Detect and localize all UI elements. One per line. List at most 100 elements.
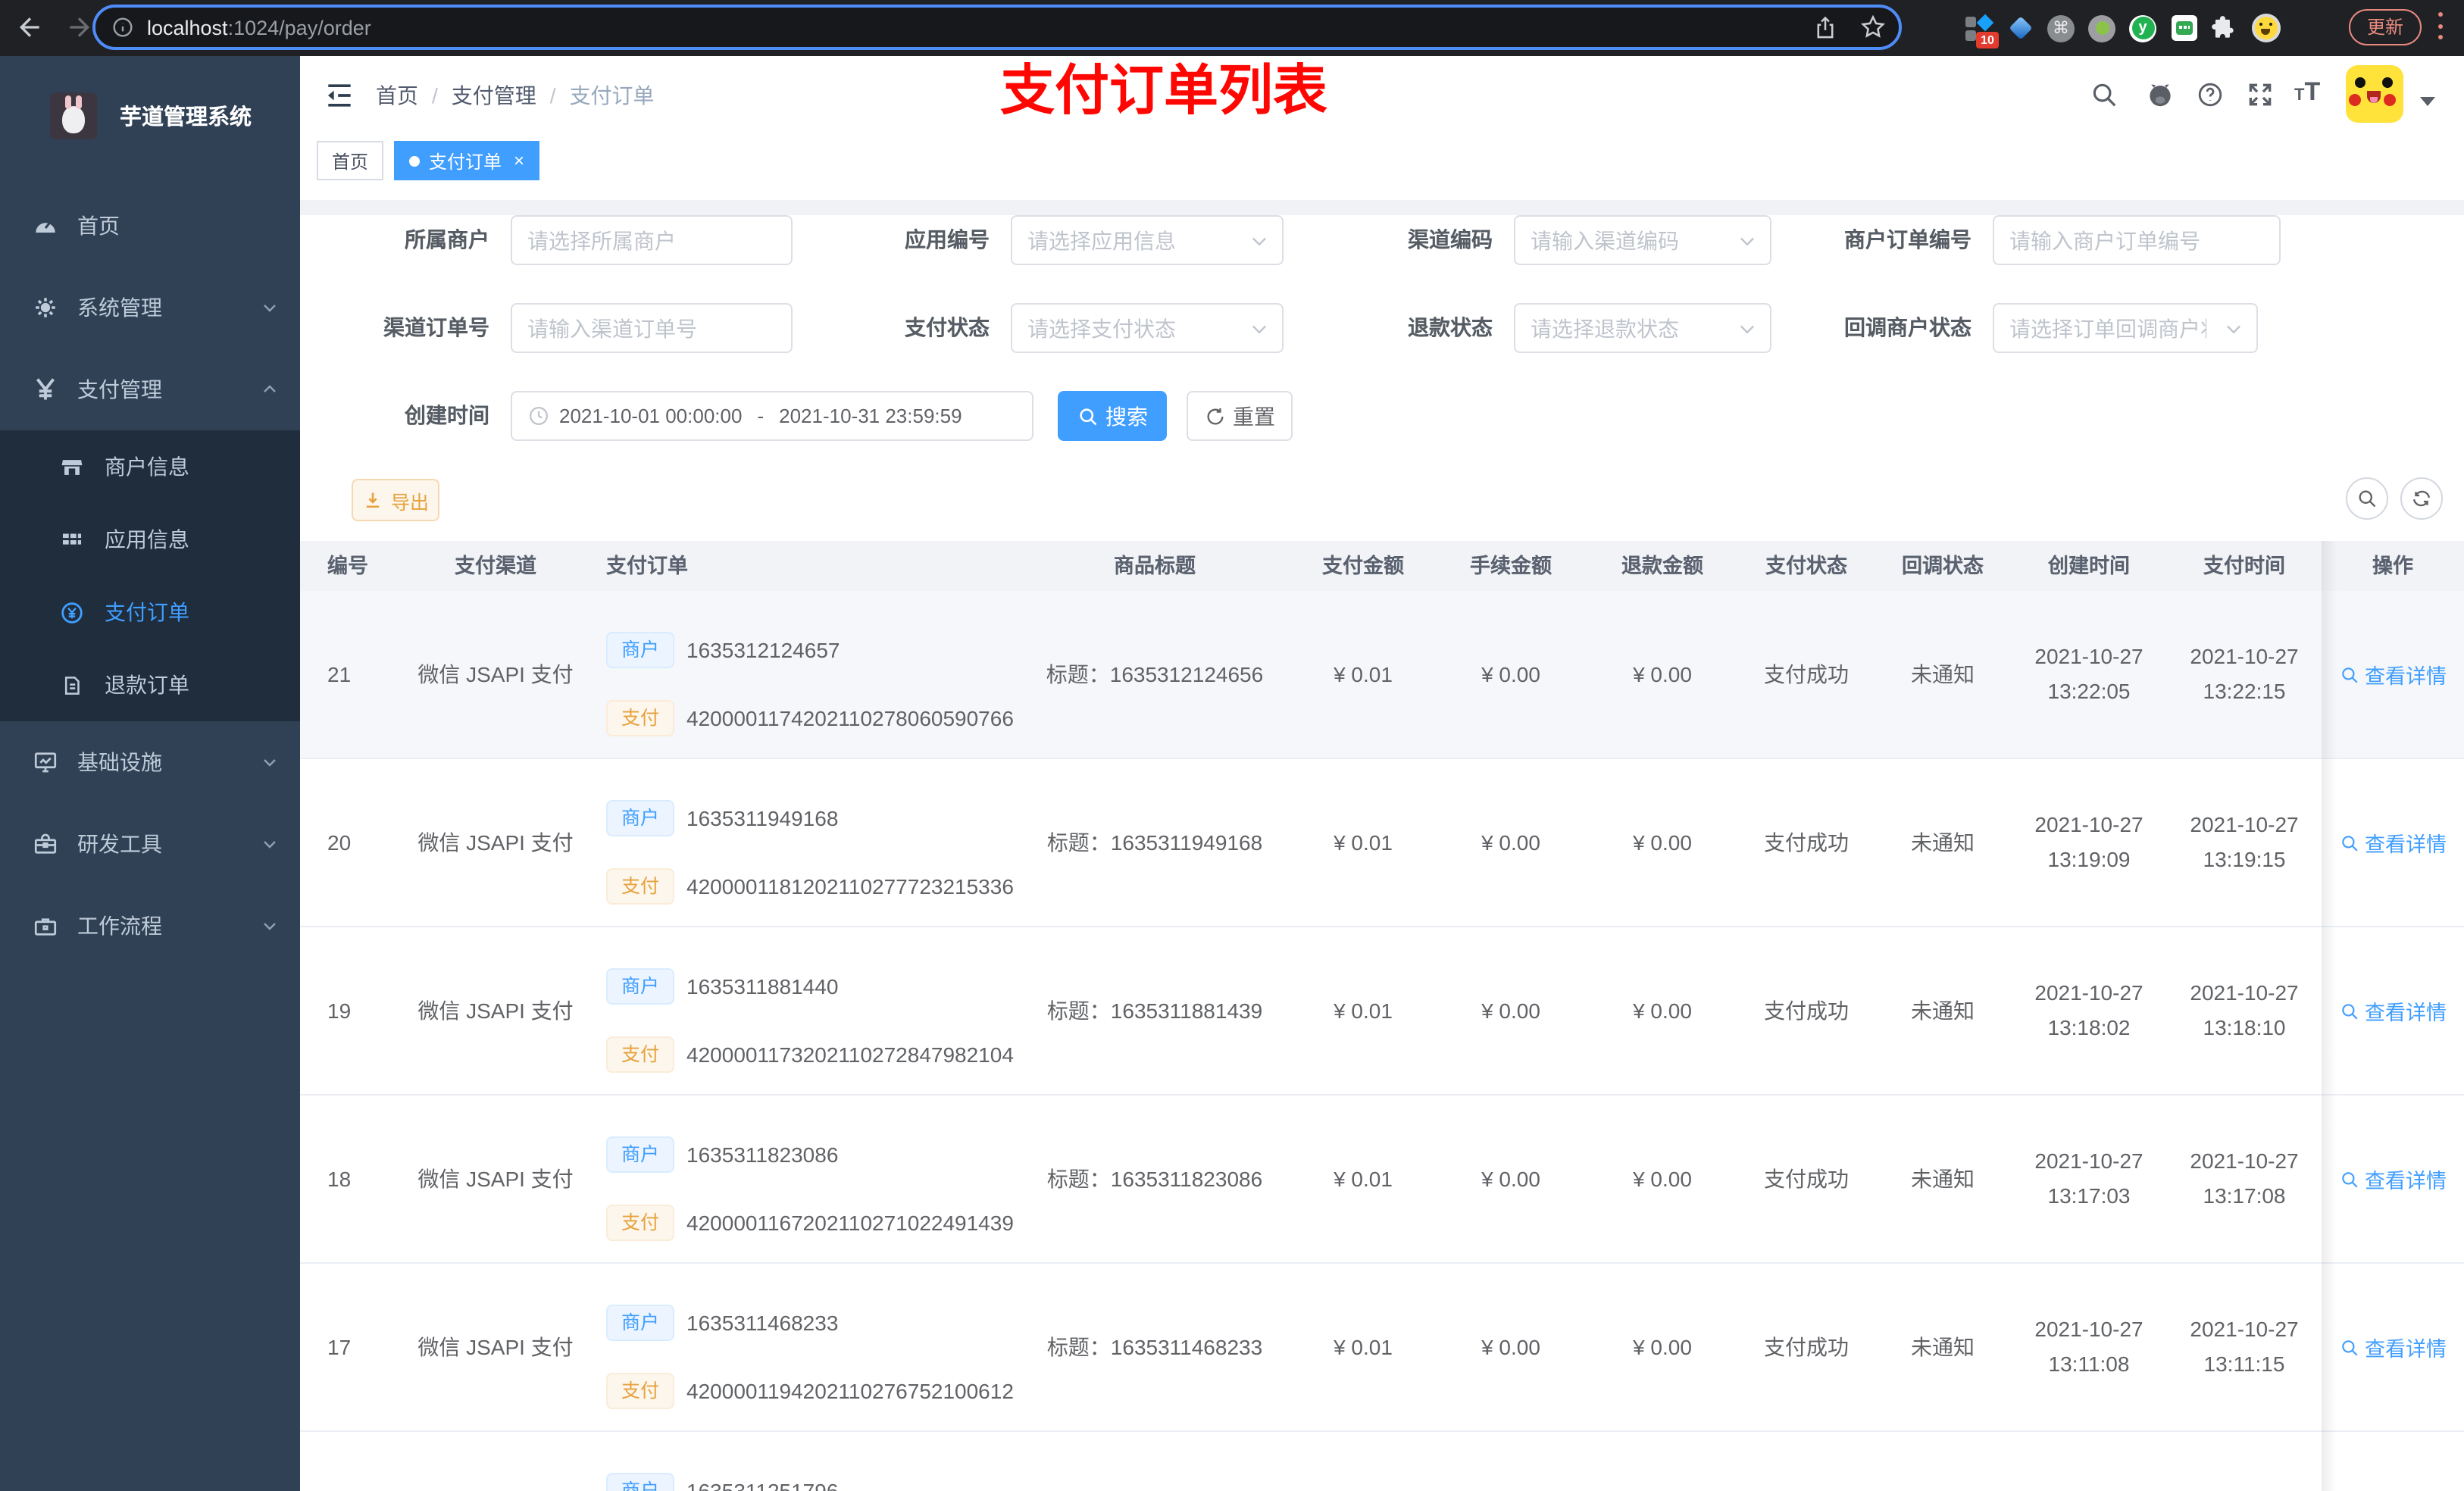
close-tab-icon[interactable]: ×: [514, 150, 524, 171]
cell-title: 标题：1635311949168: [1046, 830, 1263, 855]
navbar: 首页 / 支付管理 / 支付订单 TT: [300, 56, 2464, 133]
view-detail-link[interactable]: 查看详情: [2322, 927, 2464, 1094]
notify-status-select[interactable]: 请选择订单回调商户状态: [1993, 303, 2258, 353]
sidebar-item-system[interactable]: 系统管理: [0, 267, 300, 349]
sidebar-item-devtools[interactable]: 研发工具: [0, 803, 300, 885]
search-icon[interactable]: [2090, 80, 2118, 109]
profile-avatar-icon[interactable]: [2250, 13, 2281, 43]
view-detail-link[interactable]: 查看详情: [2322, 591, 2464, 758]
reset-button[interactable]: 重置: [1187, 391, 1293, 441]
pay-status-select[interactable]: 请选择支付状态: [1011, 303, 1284, 353]
tab-home[interactable]: 首页: [317, 141, 384, 180]
user-avatar[interactable]: [2346, 65, 2403, 123]
sidebar-item-pay-order[interactable]: 支付订单: [0, 576, 300, 649]
forward-icon[interactable]: [64, 12, 94, 42]
table-body: 21 微信 JSAPI 支付 商户 1635312124657 支付 4200001…: [300, 591, 2464, 1491]
cell-created-time: 2021-10-27 13:17:03: [2034, 1149, 2143, 1208]
filter-label-merchant: 所属商户: [405, 227, 489, 252]
sidebar-item-merchant-info[interactable]: 商户信息: [0, 430, 300, 503]
sidebar-item-infra[interactable]: 基础设施: [0, 721, 300, 803]
avatar-caret-icon[interactable]: [2420, 97, 2435, 106]
cell-amount: ¥ 0.01: [1334, 830, 1393, 855]
breadcrumb-pay[interactable]: 支付管理: [452, 80, 536, 110]
app-logo-row[interactable]: 芋道管理系统: [0, 68, 300, 162]
site-info-icon[interactable]: [111, 15, 135, 39]
cell-title: 标题：1635311823086: [1046, 1167, 1263, 1191]
sidebar-item-workflow[interactable]: 工作流程: [0, 885, 300, 967]
back-icon[interactable]: [15, 12, 45, 42]
view-detail-link[interactable]: 查看详情: [2322, 759, 2464, 926]
sidebar-item-refund-order[interactable]: 退款订单: [0, 649, 300, 721]
kite-extension-icon[interactable]: [2005, 13, 2035, 43]
chevron-up-icon: [264, 385, 276, 392]
cell-channel: 微信 JSAPI 支付: [417, 830, 574, 855]
channel-code-select[interactable]: 请输入渠道编码: [1514, 215, 1771, 265]
refresh-table-button[interactable]: [2400, 477, 2443, 520]
merchant-order-no: 1635311468233: [686, 1311, 839, 1335]
view-detail-link[interactable]: 查看详情: [2322, 1096, 2464, 1262]
merchant-order-no: 1635311823086: [686, 1142, 839, 1167]
sidebar-item-home[interactable]: 首页: [0, 185, 300, 267]
show-search-toggle-button[interactable]: [2346, 477, 2388, 520]
merchant-tag: 商户: [606, 968, 675, 1005]
chat-extension-icon[interactable]: [2169, 13, 2199, 43]
cell-created-time: 2021-10-27 13:19:09: [2034, 812, 2143, 871]
extensions-puzzle-icon[interactable]: [2209, 13, 2240, 43]
url-bar[interactable]: localhost:1024/pay/order: [92, 5, 1902, 50]
cell-channel: 微信 JSAPI 支付: [417, 662, 574, 686]
cell-pay-order: 商户 1635311823086 支付 4200001167202110271022…: [594, 1096, 1018, 1262]
cell-title: 标题：1635312124656: [1046, 662, 1264, 686]
refresh-icon: [1206, 407, 1223, 424]
store-icon: [61, 459, 83, 474]
merchant-select[interactable]: 请选择所属商户: [511, 215, 793, 265]
breadcrumb-home[interactable]: 首页: [376, 80, 418, 110]
sidebar-item-app-info[interactable]: 应用信息: [0, 503, 300, 576]
tab-pay-order[interactable]: 支付订单 ×: [394, 141, 540, 180]
channel-order-no-input[interactable]: 请输入渠道订单号: [511, 303, 793, 353]
pay-tag: 支付: [606, 1205, 675, 1241]
share-icon[interactable]: [1812, 14, 1838, 40]
filter-label-app: 应用编号: [905, 227, 990, 252]
pay-tag: 支付: [606, 868, 675, 905]
github-icon[interactable]: [2146, 80, 2175, 109]
search-button[interactable]: 搜索: [1058, 391, 1167, 441]
refund-status-select[interactable]: 请选择退款状态: [1514, 303, 1771, 353]
browser-menu-icon[interactable]: [2437, 12, 2443, 39]
search-icon: [2341, 1339, 2357, 1355]
table-row: 18 微信 JSAPI 支付 商户 1635311823086 支付 4200001…: [300, 1096, 2464, 1264]
filter-label-channel-code: 渠道编码: [1408, 227, 1493, 252]
chrome-update-button[interactable]: 更新: [2349, 9, 2422, 45]
sidebar-item-pay[interactable]: 支付管理: [0, 349, 300, 430]
fullscreen-icon[interactable]: [2246, 80, 2275, 109]
sidebar-fold-icon[interactable]: [323, 79, 356, 112]
create-time-range-input[interactable]: 2021-10-01 00:00:00 - 2021-10-31 23:59:5…: [511, 391, 1033, 441]
cell-pay-order: 商户 1635312124657 支付 4200001174202110278060…: [594, 591, 1018, 758]
merchant-tag: 商户: [606, 632, 675, 668]
y-extension-icon[interactable]: [2128, 13, 2158, 43]
record-extension-icon[interactable]: [2087, 13, 2117, 43]
cell-amount: ¥ 0.01: [1334, 999, 1393, 1023]
cell-title: 标题：1635311468233: [1046, 1335, 1263, 1359]
font-size-icon[interactable]: TT: [2294, 77, 2320, 108]
cell-pay-status: 支付成功: [1764, 662, 1849, 686]
chevron-down-icon: [2227, 324, 2240, 333]
help-icon[interactable]: [2196, 80, 2225, 109]
command-extension-icon[interactable]: ⌘: [2046, 13, 2076, 43]
cell-refund: ¥ 0.00: [1633, 662, 1692, 686]
extensions-row: 10 ⌘: [1964, 8, 2281, 48]
cell-pay-order: 商户 1635311949168 支付 4200001181202110277723…: [594, 759, 1018, 926]
export-button[interactable]: 导出: [352, 479, 439, 521]
pay-order-no: 4200001167202110271022491439: [686, 1211, 1014, 1235]
merchant-order-no-input[interactable]: 请输入商户订单编号: [1993, 215, 2281, 265]
grid-icon: [62, 533, 82, 544]
dashboard-icon: [36, 221, 55, 233]
cell-pay-status: 支付成功: [1764, 999, 1849, 1023]
view-detail-link[interactable]: 查看详情: [2322, 1264, 2464, 1430]
app-select[interactable]: 请选择应用信息: [1011, 215, 1284, 265]
search-icon: [2341, 1171, 2357, 1187]
pay-order-no: 4200001181202110277723215336: [686, 874, 1014, 899]
extension-badge-icon[interactable]: 10: [1964, 13, 1999, 48]
filter-label-merchant-order-no: 商户订单编号: [1844, 227, 1972, 252]
cell-refund: ¥ 0.00: [1633, 830, 1692, 855]
bookmark-star-icon[interactable]: [1859, 14, 1887, 41]
